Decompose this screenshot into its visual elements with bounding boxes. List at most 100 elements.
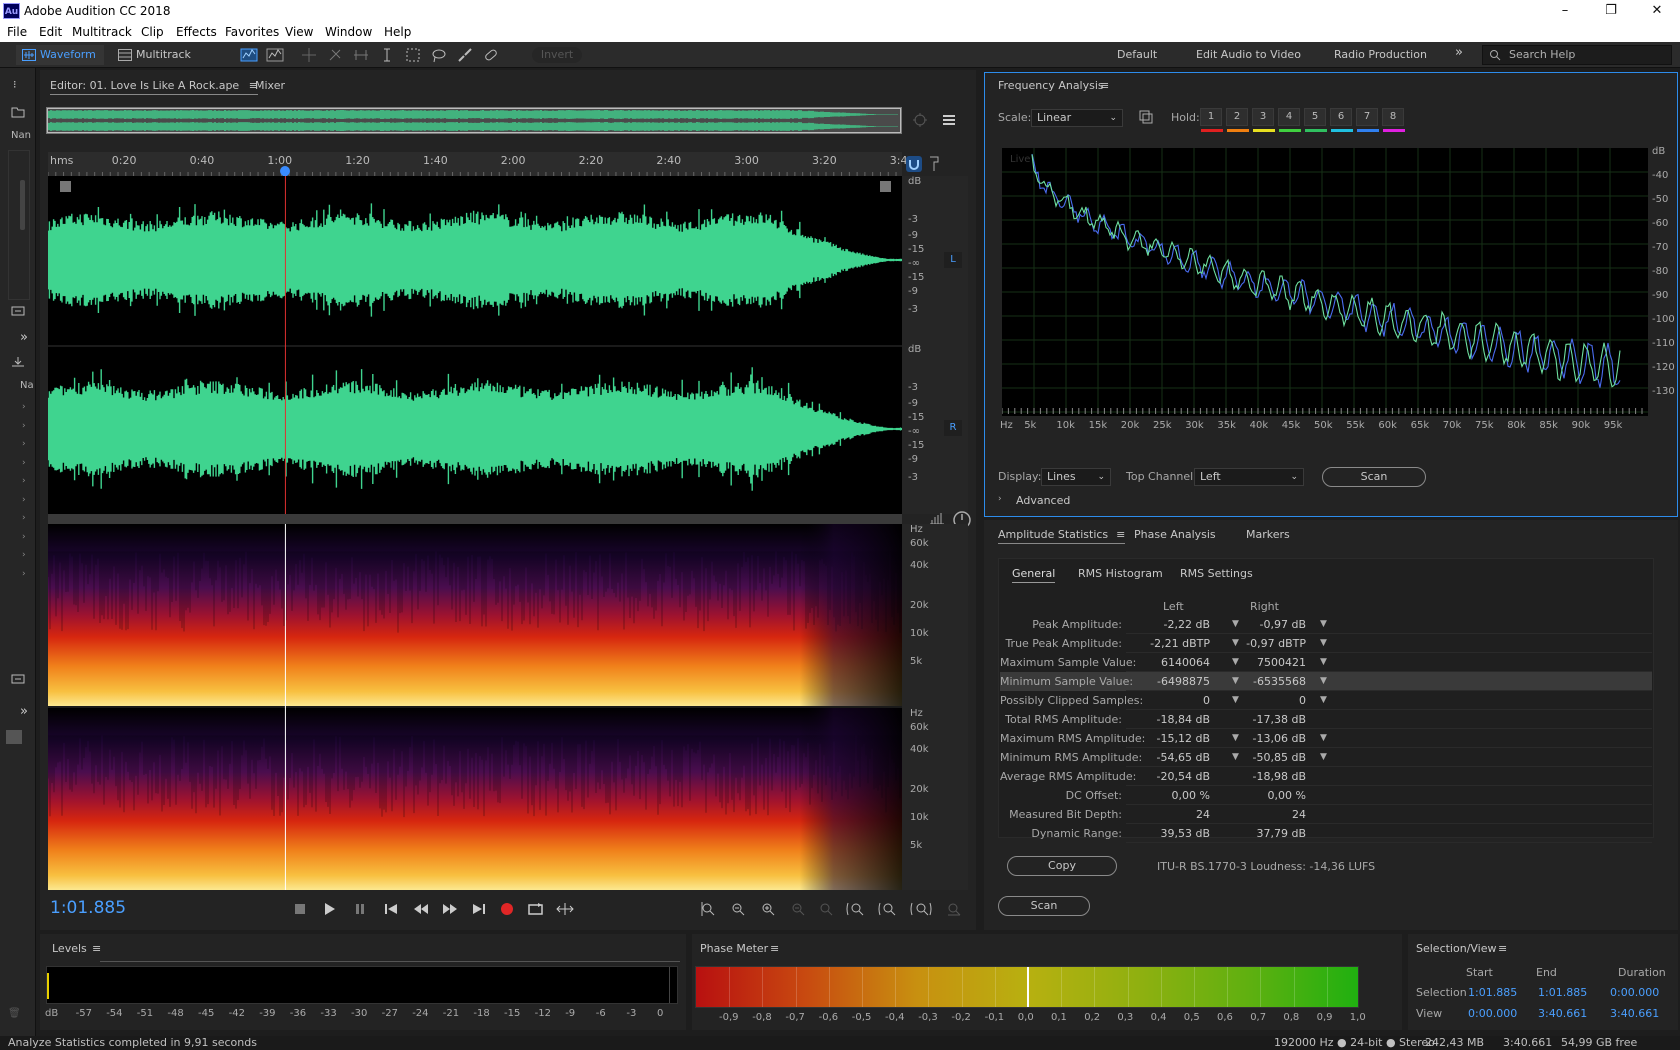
- play-icon[interactable]: [324, 903, 336, 915]
- crosshair-toggle-icon[interactable]: [1139, 110, 1153, 124]
- hold-button-8[interactable]: 8: [1382, 108, 1405, 132]
- hold-button-7[interactable]: 7: [1356, 108, 1379, 132]
- stop-icon[interactable]: [294, 903, 306, 915]
- skip-to-start-icon[interactable]: [384, 903, 398, 915]
- goto-marker-left-icon[interactable]: ▼: [1232, 748, 1239, 767]
- statistics-scan-button[interactable]: Scan: [998, 896, 1090, 916]
- lasso-selection-icon[interactable]: [430, 46, 448, 64]
- goto-marker-left-icon[interactable]: ▼: [1232, 634, 1239, 653]
- goto-marker-left-icon[interactable]: ▼: [1232, 691, 1239, 710]
- record-icon[interactable]: [500, 902, 514, 916]
- frequency-scan-button[interactable]: Scan: [1322, 467, 1426, 487]
- menu-file[interactable]: File: [7, 25, 27, 39]
- channel-left-toggle[interactable]: L: [944, 252, 962, 268]
- expand-effects-icon[interactable]: »: [20, 704, 28, 719]
- spot-healing-icon[interactable]: [482, 46, 500, 64]
- hold-button-5[interactable]: 5: [1304, 108, 1327, 132]
- zoom-out-amplitude-icon[interactable]: [730, 901, 746, 917]
- zoom-reset-icon[interactable]: [946, 901, 962, 917]
- zoom-full-icon[interactable]: [818, 901, 834, 917]
- spectral-display[interactable]: [48, 524, 902, 890]
- overview-navigator[interactable]: [46, 107, 902, 134]
- slip-tool-icon[interactable]: [352, 46, 370, 64]
- snap-magnet-icon[interactable]: [906, 156, 922, 172]
- fade-in-handle[interactable]: [60, 181, 71, 192]
- move-tool-icon[interactable]: [300, 46, 318, 64]
- zoom-tool-icon[interactable]: [912, 112, 928, 128]
- menu-edit[interactable]: Edit: [39, 25, 62, 39]
- zoom-in-time-icon[interactable]: [760, 901, 776, 917]
- fast-forward-icon[interactable]: [442, 903, 458, 915]
- zoom-out-point-icon[interactable]: [910, 901, 932, 917]
- selection-start[interactable]: 1:01.885: [1468, 986, 1517, 999]
- current-time-display[interactable]: 1:01.885: [50, 898, 126, 918]
- hold-button-2[interactable]: 2: [1226, 108, 1249, 132]
- menu-help[interactable]: Help: [384, 25, 411, 39]
- levels-menu-icon[interactable]: ≡: [92, 942, 101, 955]
- time-selection-icon[interactable]: [378, 46, 396, 64]
- brush-selection-icon[interactable]: [456, 46, 474, 64]
- mixer-tab[interactable]: Mixer: [255, 79, 285, 92]
- general-subtab[interactable]: General: [1012, 567, 1056, 583]
- insert-into-multitrack-icon[interactable]: [11, 304, 25, 316]
- goto-marker-left-icon[interactable]: ▼: [1232, 615, 1239, 634]
- skip-to-end-icon[interactable]: [472, 903, 486, 915]
- spectral-pitch-icon[interactable]: [266, 46, 284, 64]
- amplitude-menu-icon[interactable]: ≡: [1116, 528, 1125, 541]
- frequency-panel-menu-icon[interactable]: ≡: [1100, 79, 1109, 92]
- rms-settings-subtab[interactable]: RMS Settings: [1180, 567, 1253, 580]
- goto-marker-right-icon[interactable]: ▼: [1320, 729, 1327, 748]
- import-icon[interactable]: [10, 356, 26, 368]
- amplitude-statistics-tab[interactable]: Amplitude Statistics ≡: [998, 528, 1126, 544]
- channel-right-toggle[interactable]: R: [944, 420, 962, 436]
- rewind-icon[interactable]: [413, 903, 429, 915]
- waveform-view-button[interactable]: Waveform: [16, 45, 104, 65]
- waveform-options-icon[interactable]: [942, 113, 956, 127]
- spectral-frequency-icon[interactable]: [240, 46, 258, 64]
- search-help-input[interactable]: Search Help: [1482, 45, 1672, 65]
- phase-analysis-tab[interactable]: Phase Analysis: [1134, 528, 1216, 541]
- view-splitter[interactable]: [48, 514, 902, 524]
- time-ruler[interactable]: hms 0:20 0:40 1:00 1:20 1:40 2:00 2:20 2:40 3:00 3…: [48, 152, 908, 179]
- rms-histogram-subtab[interactable]: RMS Histogram: [1078, 567, 1163, 580]
- copy-button[interactable]: Copy: [1007, 856, 1117, 876]
- restore-icon[interactable]: ❐: [1588, 0, 1634, 22]
- zoom-in-amplitude-icon[interactable]: [700, 901, 716, 917]
- more-workspaces-icon[interactable]: »: [1455, 45, 1463, 60]
- selection-duration[interactable]: 0:00.000: [1610, 986, 1659, 999]
- goto-marker-right-icon[interactable]: ▼: [1320, 634, 1327, 653]
- workspace-default[interactable]: Default: [1117, 48, 1157, 61]
- advanced-expander-icon[interactable]: ›: [998, 494, 1002, 504]
- menu-view[interactable]: View: [285, 25, 313, 39]
- waveform-display[interactable]: [48, 176, 902, 514]
- close-icon[interactable]: ✕: [1634, 0, 1680, 22]
- selection-end[interactable]: 1:01.885: [1538, 986, 1587, 999]
- marker-pin-icon[interactable]: [928, 156, 940, 172]
- loop-icon[interactable]: [528, 902, 544, 916]
- fade-out-handle[interactable]: [880, 181, 891, 192]
- menu-multitrack[interactable]: Multitrack: [72, 25, 132, 39]
- workspace-radio-production[interactable]: Radio Production: [1334, 48, 1427, 61]
- media-tree-expanders[interactable]: › › › › › › › › › ›: [22, 398, 26, 583]
- panel-menu-icon[interactable]: ⁝: [13, 78, 17, 91]
- multitrack-view-button[interactable]: Multitrack: [112, 45, 200, 65]
- razor-tool-icon[interactable]: [326, 46, 344, 64]
- zoom-in-point-icon[interactable]: [878, 901, 898, 917]
- phase-menu-icon[interactable]: ≡: [770, 942, 779, 955]
- trash-icon[interactable]: 🗑: [8, 1008, 21, 1019]
- menu-window[interactable]: Window: [325, 25, 372, 39]
- view-start[interactable]: 0:00.000: [1468, 1007, 1517, 1020]
- hold-button-3[interactable]: 3: [1252, 108, 1275, 132]
- goto-marker-left-icon[interactable]: ▼: [1232, 729, 1239, 748]
- selection-view-menu-icon[interactable]: ≡: [1498, 942, 1507, 955]
- editor-tab[interactable]: Editor: 01. Love Is Like A Rock.ape ≡: [50, 79, 258, 95]
- advanced-toggle[interactable]: Advanced: [1016, 494, 1070, 507]
- scale-dropdown[interactable]: Linear ⌄: [1031, 109, 1123, 127]
- marquee-selection-icon[interactable]: [404, 46, 422, 64]
- insert-icon[interactable]: [11, 672, 25, 684]
- hold-button-4[interactable]: 4: [1278, 108, 1301, 132]
- menu-effects[interactable]: Effects: [176, 25, 217, 39]
- goto-marker-right-icon[interactable]: ▼: [1320, 748, 1327, 767]
- zoom-out-time-icon[interactable]: [790, 901, 806, 917]
- menu-favorites[interactable]: Favorites: [225, 25, 279, 39]
